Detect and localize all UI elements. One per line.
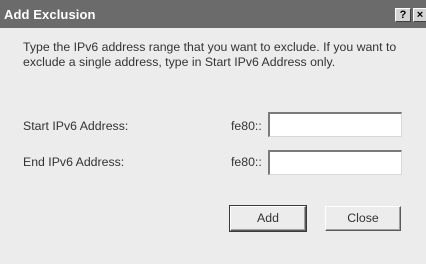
instruction-text: Type the IPv6 address range that you wan…	[23, 40, 397, 69]
start-address-input[interactable]	[268, 112, 402, 137]
window-title: Add Exclusion	[4, 7, 96, 22]
start-address-label: Start IPv6 Address:	[23, 119, 129, 133]
help-icon[interactable]: ?	[395, 8, 411, 22]
end-address-label: End IPv6 Address:	[23, 155, 125, 169]
close-icon[interactable]: ×	[413, 8, 426, 22]
title-bar: Add Exclusion ? ×	[0, 0, 426, 28]
close-button[interactable]: Close	[325, 206, 401, 231]
add-exclusion-dialog: Add Exclusion ? × Type the IPv6 address …	[0, 0, 426, 264]
start-address-prefix: fe80::	[231, 119, 262, 133]
add-button[interactable]: Add	[229, 205, 307, 232]
end-address-input[interactable]	[268, 150, 402, 175]
end-address-prefix: fe80::	[231, 155, 262, 169]
